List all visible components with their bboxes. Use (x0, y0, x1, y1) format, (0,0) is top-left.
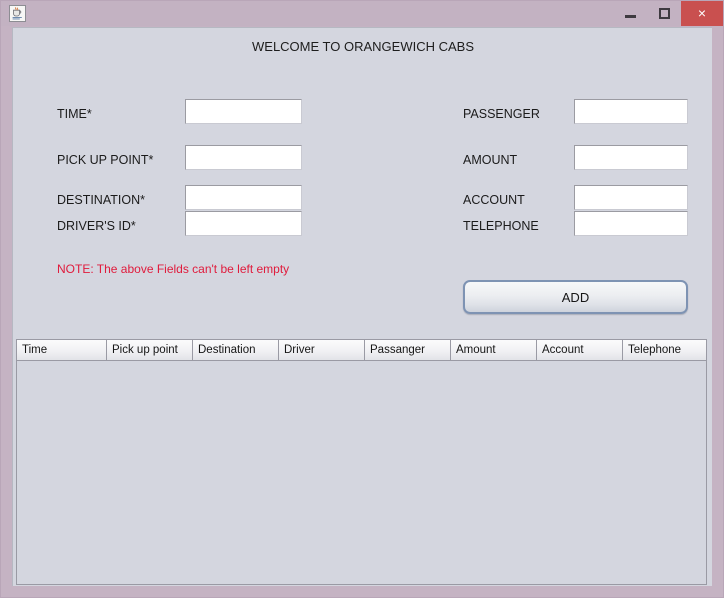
table-column-header-pickup[interactable]: Pick up point (107, 340, 193, 360)
pick-up-point-input[interactable] (185, 145, 302, 170)
time-input[interactable] (185, 99, 302, 124)
close-icon: × (697, 5, 707, 21)
label-passenger: PASSENGER (463, 107, 540, 121)
drivers-id-input[interactable] (185, 211, 302, 236)
table-column-header-passanger[interactable]: Passanger (365, 340, 451, 360)
table-body[interactable] (17, 361, 706, 584)
table-column-header-amount[interactable]: Amount (451, 340, 537, 360)
title-bar: × (1, 1, 723, 26)
amount-input[interactable] (574, 145, 688, 170)
label-account: ACCOUNT (463, 193, 525, 207)
destination-input[interactable] (185, 185, 302, 210)
label-amount: AMOUNT (463, 153, 518, 167)
page-title: WELCOME TO ORANGEWICH CABS (252, 39, 474, 54)
telephone-input[interactable] (574, 211, 688, 236)
passenger-input[interactable] (574, 99, 688, 124)
table-column-header-account[interactable]: Account (537, 340, 623, 360)
minimize-icon (624, 15, 636, 18)
required-fields-note: NOTE: The above Fields can't be left emp… (57, 262, 290, 276)
table-column-header-driver[interactable]: Driver (279, 340, 365, 360)
table-header-row: Time Pick up point Destination Driver Pa… (17, 340, 706, 361)
table-column-header-destination[interactable]: Destination (193, 340, 279, 360)
records-table: Time Pick up point Destination Driver Pa… (16, 339, 707, 585)
label-drivers-id: DRIVER'S ID* (57, 219, 136, 233)
application-window: × WELCOME TO ORANGEWICH CABS TIME* PICK … (0, 0, 724, 598)
close-button[interactable]: × (681, 1, 723, 26)
label-telephone: TELEPHONE (463, 219, 539, 233)
label-time: TIME* (57, 107, 92, 121)
main-panel: WELCOME TO ORANGEWICH CABS TIME* PICK UP… (12, 27, 712, 586)
add-button[interactable]: ADD (463, 280, 688, 314)
label-pick-up-point: PICK UP POINT* (57, 153, 154, 167)
java-coffee-cup-icon (9, 5, 26, 22)
maximize-button[interactable] (647, 1, 681, 26)
window-controls: × (613, 1, 723, 26)
account-input[interactable] (574, 185, 688, 210)
maximize-icon (658, 8, 670, 19)
table-column-header-telephone[interactable]: Telephone (623, 340, 706, 360)
table-column-header-time[interactable]: Time (17, 340, 107, 360)
label-destination: DESTINATION* (57, 193, 145, 207)
minimize-button[interactable] (613, 1, 647, 26)
